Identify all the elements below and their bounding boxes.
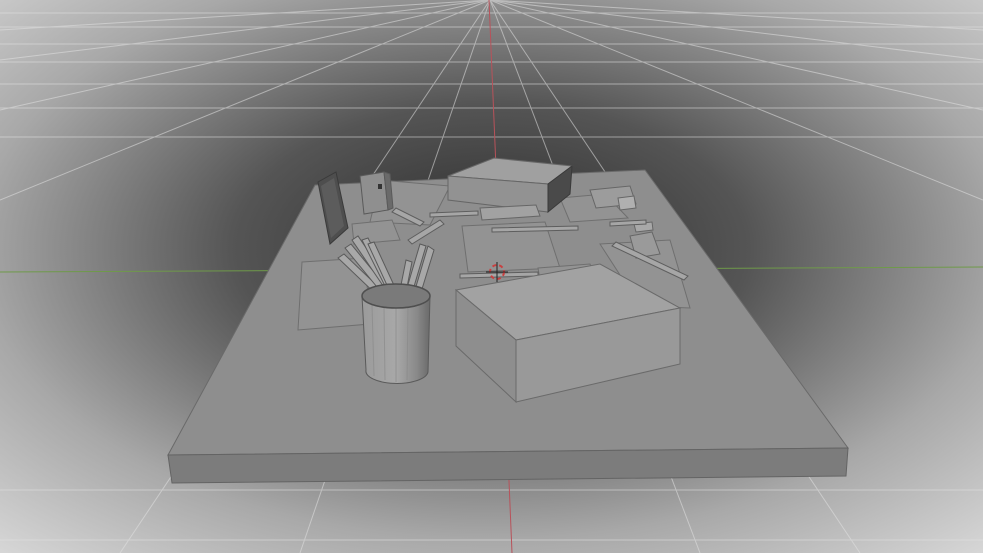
viewport-canvas[interactable] xyxy=(0,0,983,553)
small-device[interactable] xyxy=(359,171,394,215)
3d-viewport[interactable] xyxy=(0,0,983,553)
